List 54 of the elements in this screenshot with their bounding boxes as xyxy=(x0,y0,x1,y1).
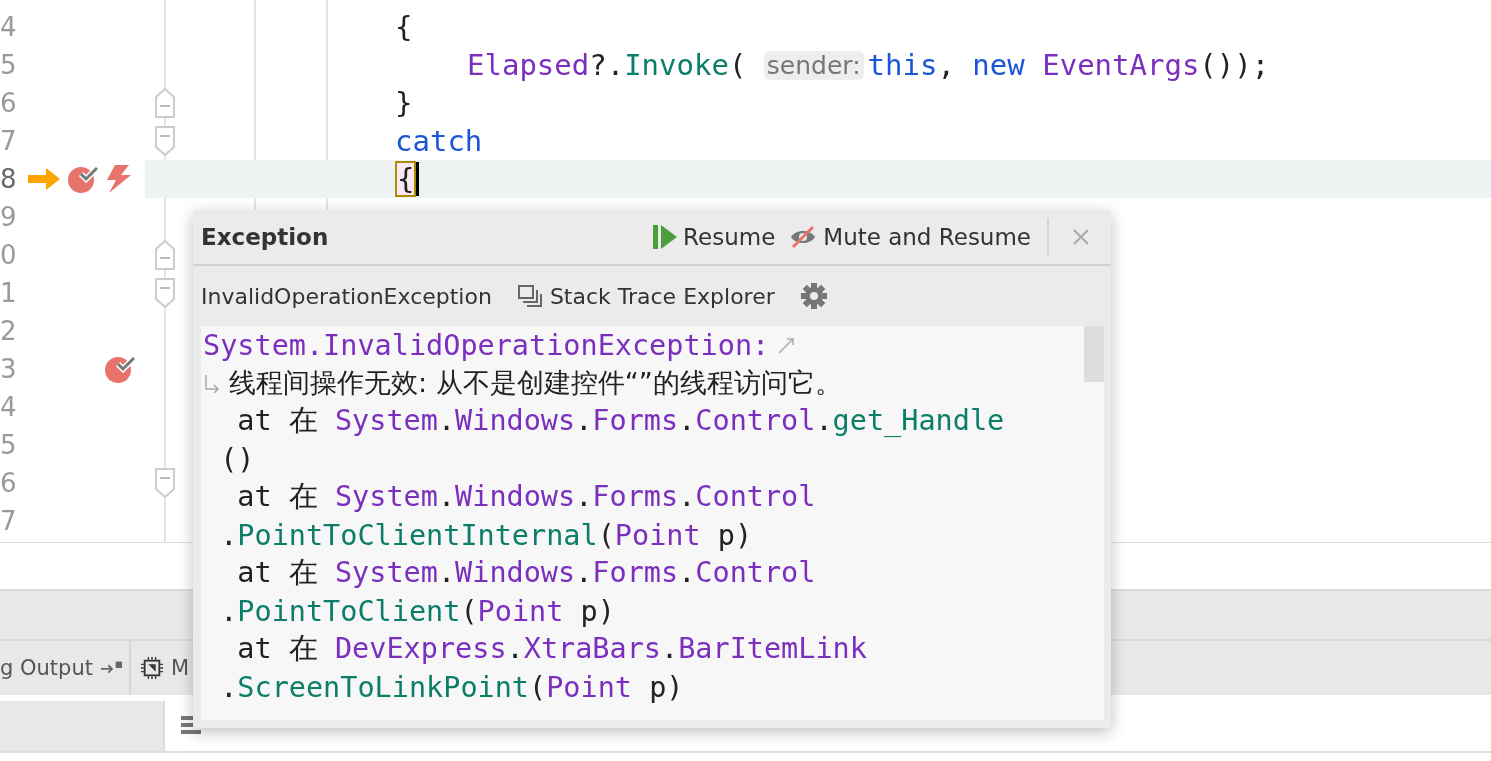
stack-icon xyxy=(517,285,542,307)
lightning-icon xyxy=(105,165,131,193)
line-number: 2 xyxy=(0,316,18,346)
breakpoint-icon[interactable] xyxy=(105,354,135,384)
breakpoint-icon[interactable] xyxy=(68,164,98,194)
fold-marker-icon[interactable] xyxy=(155,468,175,498)
close-icon[interactable] xyxy=(1073,229,1089,245)
settings-icon[interactable] xyxy=(800,283,827,309)
code-line: catch xyxy=(395,123,484,160)
stack-trace-explorer-button[interactable]: Stack Trace Explorer xyxy=(517,283,775,309)
fold-marker-icon[interactable] xyxy=(155,240,175,270)
stack-trace-line: .PointToClientInternal(Point p) xyxy=(219,518,753,552)
stack-trace-line: at 在 DevExpress.XtraBars.BarItemLink xyxy=(236,631,867,667)
tool-tab[interactable]: g Output xyxy=(0,656,93,680)
pin-icon[interactable] xyxy=(100,660,123,676)
fold-marker-icon[interactable] xyxy=(155,278,175,308)
mute-and-resume-button[interactable]: Mute and Resume xyxy=(789,224,1031,250)
wrap-icon xyxy=(777,335,796,355)
stack-trace-line: at 在 System.Windows.Forms.Control xyxy=(236,555,816,591)
line-number: 7 xyxy=(0,506,18,536)
line-number: 4 xyxy=(0,12,18,42)
fold-marker-icon[interactable] xyxy=(155,88,175,118)
chip-icon xyxy=(140,657,163,679)
stack-trace-line: System.InvalidOperationException: xyxy=(203,328,770,362)
code-line: Elapsed?.Invoke( sender: this, new EventArgs()); xyxy=(466,47,1271,84)
line-number: 8 xyxy=(0,164,18,194)
scrollbar-thumb[interactable] xyxy=(1084,326,1104,382)
line-number: 3 xyxy=(0,354,18,384)
popup-title: Exception xyxy=(201,224,329,250)
line-number: 6 xyxy=(0,468,18,498)
fold-marker-icon[interactable] xyxy=(155,126,175,156)
line-number: 5 xyxy=(0,50,18,80)
stack-trace-line: .PointToClient(Point p) xyxy=(219,594,615,628)
exception-type: InvalidOperationException xyxy=(201,283,492,309)
resume-button[interactable]: Resume xyxy=(653,224,776,250)
resume-icon xyxy=(653,225,678,249)
wrap-icon xyxy=(203,373,221,393)
line-number: 6 xyxy=(0,88,18,118)
stack-trace-line: at 在 System.Windows.Forms.Control xyxy=(236,479,816,515)
arrow-icon xyxy=(28,168,60,190)
line-number: 1 xyxy=(0,278,18,308)
tool-tab[interactable]: M xyxy=(170,656,190,680)
line-number: 0 xyxy=(0,240,18,270)
line-number: 9 xyxy=(0,202,18,232)
code-line: } xyxy=(395,85,414,122)
code-line: { xyxy=(395,9,414,46)
line-number: 5 xyxy=(0,430,18,460)
stack-trace-line: () xyxy=(219,442,255,476)
crossed-eye-icon xyxy=(789,225,818,249)
line-number: 4 xyxy=(0,392,18,422)
stack-trace-line: 线程间操作无效: 从不是创建控件“”的线程访问它。 xyxy=(229,366,842,400)
stack-trace-line: .ScreenToLinkPoint(Point p) xyxy=(219,670,684,704)
stack-trace-line: at 在 System.Windows.Forms.Control.get_Handle xyxy=(236,403,1005,439)
line-number: 7 xyxy=(0,126,18,156)
